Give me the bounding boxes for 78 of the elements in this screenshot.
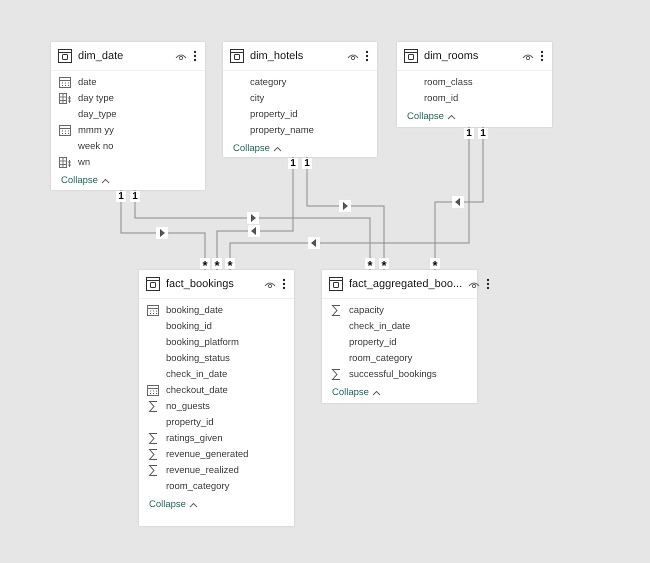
column-name[interactable]: day_type — [78, 108, 117, 120]
sigma-icon — [146, 431, 160, 445]
table-icon — [329, 277, 343, 291]
column-name[interactable]: property_name — [250, 124, 314, 136]
column-name[interactable]: successful_bookings — [349, 368, 437, 380]
column-name[interactable]: date — [78, 76, 96, 88]
cardinality-label: * — [212, 258, 222, 269]
sigma-icon — [146, 399, 160, 413]
cardinality-label: 1 — [130, 191, 140, 202]
calendar-icon — [146, 303, 160, 317]
column-name[interactable]: mmm yy — [78, 124, 114, 136]
sigma-icon — [329, 303, 343, 317]
collapse-link[interactable]: Collapse — [223, 143, 377, 154]
collapse-link[interactable]: Collapse — [397, 111, 552, 122]
column-name[interactable]: booking_date — [166, 304, 224, 316]
cardinality-label: * — [200, 258, 210, 269]
more-icon[interactable] — [193, 50, 197, 62]
cardinality-label: 1 — [116, 191, 126, 202]
more-icon[interactable] — [282, 278, 286, 290]
column-name[interactable]: week no — [78, 140, 114, 152]
column-name[interactable]: room_id — [424, 92, 458, 104]
cardinality-label: * — [365, 258, 375, 269]
column-name[interactable]: day type — [78, 92, 114, 104]
collapse-link[interactable]: Collapse — [322, 387, 477, 398]
column-name[interactable]: revenue_realized — [166, 464, 239, 476]
table-title: dim_date — [78, 50, 124, 62]
more-icon[interactable] — [540, 50, 544, 62]
chevron-icon — [272, 146, 282, 152]
table-title: dim_hotels — [250, 50, 304, 62]
table-icon — [404, 49, 418, 63]
column-name[interactable]: check_in_date — [166, 368, 228, 380]
cardinality-label: 1 — [478, 128, 488, 139]
column-name[interactable]: capacity — [349, 304, 384, 316]
cardinality-label: 1 — [464, 128, 474, 139]
column-name[interactable]: property_id — [250, 108, 298, 120]
hierarchy-icon — [58, 155, 72, 169]
column-name[interactable]: room_class — [424, 76, 473, 88]
column-name[interactable]: category — [250, 76, 286, 88]
table-title: fact_bookings — [166, 278, 235, 290]
table-title: dim_rooms — [424, 50, 480, 62]
chevron-icon — [100, 178, 110, 184]
sigma-icon — [329, 367, 343, 381]
collapse-link[interactable]: Collapse — [139, 499, 294, 510]
chevron-icon — [372, 390, 381, 396]
table-title: fact_aggregated_boo... — [349, 278, 462, 290]
column-name[interactable]: booking_status — [166, 352, 230, 364]
column-name[interactable]: wn — [78, 156, 90, 168]
cardinality-label: 1 — [288, 158, 298, 169]
column-name[interactable]: no_guests — [166, 400, 210, 412]
table-icon — [146, 277, 160, 291]
sigma-icon — [146, 447, 160, 461]
chevron-icon — [446, 114, 456, 120]
column-name[interactable]: city — [250, 92, 264, 104]
more-icon[interactable] — [365, 50, 369, 62]
calendar-icon — [58, 123, 72, 137]
column-name[interactable]: ratings_given — [166, 432, 223, 444]
hierarchy-icon — [58, 91, 72, 105]
cardinality-label: 1 — [302, 158, 312, 169]
calendar-icon — [58, 75, 72, 89]
column-name[interactable]: property_id — [166, 416, 214, 428]
column-name[interactable]: room_category — [349, 352, 412, 364]
collapse-link[interactable]: Collapse — [51, 175, 205, 186]
column-name[interactable]: booking_platform — [166, 336, 239, 348]
column-name[interactable]: property_id — [349, 336, 397, 348]
sigma-icon — [146, 463, 160, 477]
cardinality-label: * — [430, 258, 440, 269]
table-icon — [230, 49, 244, 63]
calendar-icon — [146, 383, 160, 397]
more-icon[interactable] — [486, 278, 490, 290]
chevron-icon — [188, 502, 198, 508]
column-name[interactable]: room_category — [166, 480, 230, 492]
cardinality-label: * — [225, 258, 235, 269]
column-name[interactable]: booking_id — [166, 320, 212, 332]
column-name[interactable]: checkout_date — [166, 384, 228, 396]
table-icon — [58, 49, 72, 63]
column-name[interactable]: revenue_generated — [166, 448, 248, 460]
column-name[interactable]: check_in_date — [349, 320, 410, 332]
cardinality-label: * — [379, 258, 389, 269]
